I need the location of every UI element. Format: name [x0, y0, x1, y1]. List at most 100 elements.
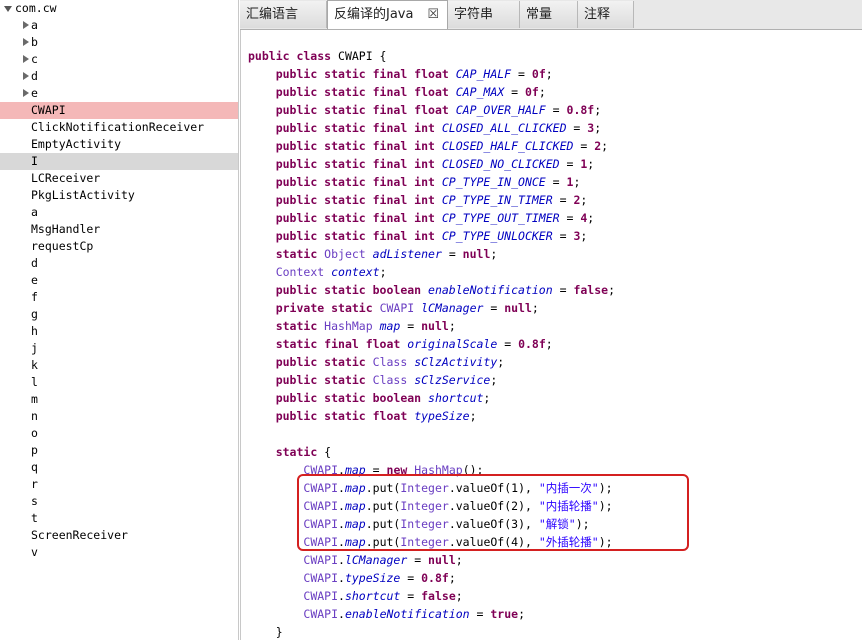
- tree-item[interactable]: k: [0, 357, 238, 374]
- tree-item[interactable]: MsgHandler: [0, 221, 238, 238]
- tree-item[interactable]: m: [0, 391, 238, 408]
- code-token: ;: [594, 103, 602, 117]
- code-token: ;: [448, 319, 456, 333]
- tab-1[interactable]: 反编译的Java ☒: [327, 0, 448, 29]
- code-token: public static: [275, 355, 373, 369]
- tree-item[interactable]: f: [0, 289, 238, 306]
- package-tree[interactable]: com.cw a b c d e CWAPI ClickNotificationReceiv…: [0, 0, 239, 640]
- code-token: =: [400, 571, 422, 585]
- chevron-right-icon[interactable]: [22, 68, 31, 85]
- chevron-right-icon[interactable]: [22, 17, 31, 34]
- code-token: ;: [518, 607, 525, 621]
- code-token: context: [331, 265, 380, 279]
- tree-item[interactable]: s: [0, 493, 238, 510]
- code-token: static: [275, 247, 325, 261]
- code-token: Class: [372, 373, 415, 387]
- tree-item-label: PkgListActivity: [31, 188, 135, 202]
- chevron-right-icon[interactable]: [22, 85, 31, 102]
- code-line: public static final int CP_TYPE_UNLOCKER…: [248, 227, 588, 245]
- code-token: lCManager: [421, 301, 484, 315]
- close-icon[interactable]: ☒: [427, 1, 439, 28]
- code-token: =: [552, 193, 574, 207]
- chevron-down-icon[interactable]: [4, 0, 14, 17]
- code-token: typeSize: [414, 409, 470, 423]
- code-token: .: [338, 589, 345, 603]
- tree-item[interactable]: v: [0, 544, 238, 561]
- code-token: =: [497, 337, 519, 351]
- tree-item[interactable]: j: [0, 340, 238, 357]
- code-line: public static final int CP_TYPE_IN_ONCE …: [248, 173, 581, 191]
- code-line: CWAPI.enableNotification = true;: [248, 605, 525, 623]
- tab-3[interactable]: 常量: [520, 1, 578, 28]
- tree-item-label: b: [31, 35, 38, 49]
- chevron-right-icon[interactable]: [22, 34, 31, 51]
- code-token: ;: [455, 589, 463, 603]
- code-token: private static: [275, 301, 380, 315]
- tree-item[interactable]: ClickNotificationReceiver: [0, 119, 238, 136]
- tree-item[interactable]: q: [0, 459, 238, 476]
- tab-2[interactable]: 字符串: [448, 1, 520, 28]
- tree-item[interactable]: l: [0, 374, 238, 391]
- code-token: CAP_MAX: [455, 85, 505, 99]
- tree-item[interactable]: EmptyActivity: [0, 136, 238, 153]
- code-token: ;: [580, 229, 588, 243]
- tree-item[interactable]: e: [0, 85, 238, 102]
- code-line: public static boolean shortcut;: [248, 389, 491, 407]
- tree-item[interactable]: a: [0, 17, 238, 34]
- tree-item[interactable]: b: [0, 34, 238, 51]
- code-token: =: [559, 157, 581, 171]
- tree-item[interactable]: r: [0, 476, 238, 493]
- code-token: null: [421, 319, 449, 333]
- tree-item-label: q: [31, 460, 38, 474]
- code-token: public static final float: [275, 67, 456, 81]
- tab-4[interactable]: 注释: [578, 1, 634, 28]
- tree-item[interactable]: requestCp: [0, 238, 238, 255]
- tree-item-label: v: [31, 545, 38, 559]
- tree-item-label: a: [31, 18, 38, 32]
- code-token: =: [545, 103, 567, 117]
- tree-item[interactable]: LCReceiver: [0, 170, 238, 187]
- tree-item[interactable]: a: [0, 204, 238, 221]
- code-token: public static final float: [275, 85, 456, 99]
- code-line: public static final int CP_TYPE_OUT_TIME…: [248, 209, 595, 227]
- code-token: CWAPI: [303, 553, 339, 567]
- code-token: CLOSED_ALL_CLICKED: [441, 121, 567, 135]
- tab-0[interactable]: 汇编语言: [240, 1, 327, 28]
- tree-item-label: e: [31, 273, 38, 287]
- tree-item[interactable]: PkgListActivity: [0, 187, 238, 204]
- code-token: CWAPI: [303, 607, 339, 621]
- chevron-right-icon[interactable]: [22, 51, 31, 68]
- tree-item[interactable]: t: [0, 510, 238, 527]
- code-token: ;: [573, 175, 581, 189]
- tree-item-label: ClickNotificationReceiver: [31, 120, 205, 134]
- tree-item[interactable]: ScreenReceiver: [0, 527, 238, 544]
- tree-item[interactable]: o: [0, 425, 238, 442]
- tree-item[interactable]: g: [0, 306, 238, 323]
- tree-item[interactable]: p: [0, 442, 238, 459]
- tree-item[interactable]: I: [0, 153, 238, 170]
- tree-item[interactable]: h: [0, 323, 238, 340]
- tree-item[interactable]: e: [0, 272, 238, 289]
- tree-item[interactable]: CWAPI: [0, 102, 238, 119]
- code-token: enableNotification: [344, 607, 470, 621]
- tree-item[interactable]: c: [0, 51, 238, 68]
- code-token: sClzService: [414, 373, 491, 387]
- code-token: Object: [324, 247, 373, 261]
- tree-item-label: n: [31, 409, 38, 423]
- tree-item[interactable]: n: [0, 408, 238, 425]
- code-token: CWAPI {: [338, 49, 387, 63]
- tree-item[interactable]: d: [0, 68, 238, 85]
- editor-tab-bar: 汇编语言 反编译的Java ☒ 字符串 常量 注释: [240, 0, 862, 30]
- tree-root[interactable]: com.cw: [0, 0, 238, 17]
- tree-item[interactable]: d: [0, 255, 238, 272]
